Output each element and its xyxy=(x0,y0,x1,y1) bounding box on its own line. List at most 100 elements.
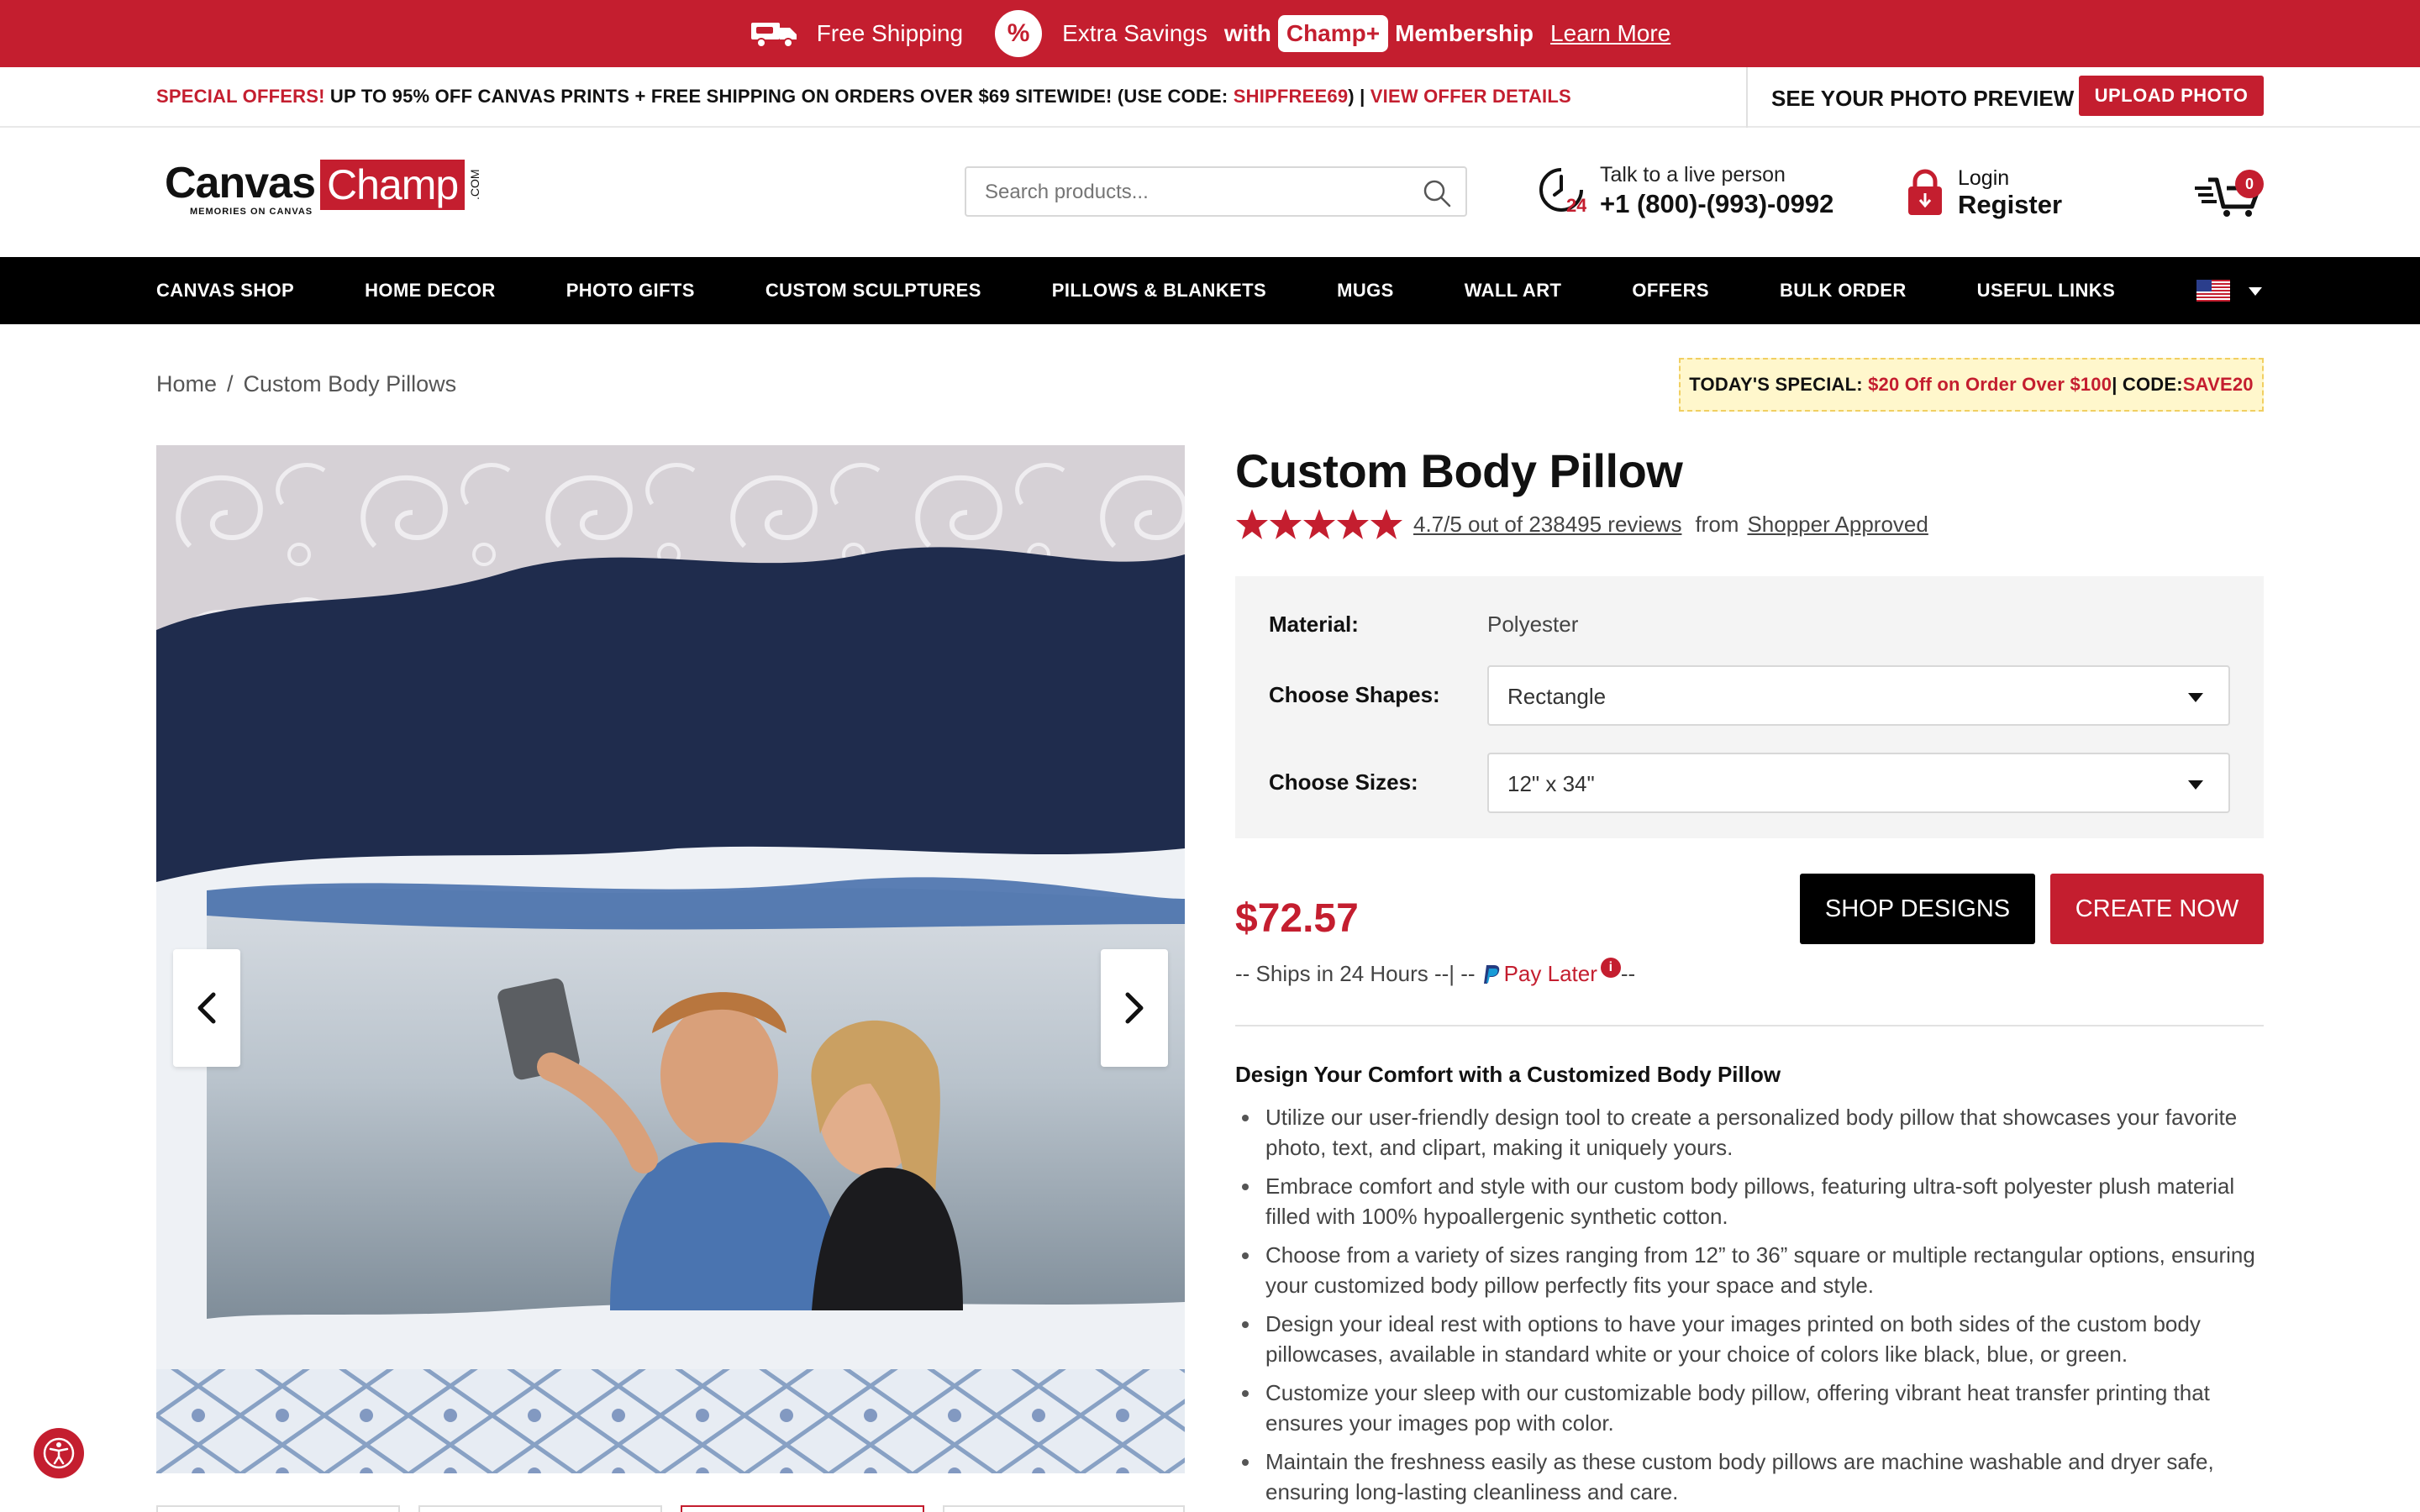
from-text: from xyxy=(1695,511,1739,537)
nav-item-home-decor[interactable]: HOME DECOR xyxy=(365,280,496,302)
extra-savings-text: Extra Savings xyxy=(1062,20,1207,46)
view-offer-details-link[interactable]: VIEW OFFER DETAILS xyxy=(1370,86,1571,107)
pay-later-link[interactable]: Pay Later i xyxy=(1482,957,1621,987)
nav-item-photo-gifts[interactable]: PHOTO GIFTS xyxy=(566,280,695,302)
reviews-link[interactable]: 4.7/5 out of 238495 reviews xyxy=(1413,512,1681,538)
breadcrumb-current: Custom Body Pillows xyxy=(243,371,457,396)
chevron-down-icon[interactable] xyxy=(2249,287,2262,296)
create-now-button[interactable]: CREATE NOW xyxy=(2050,874,2264,944)
percent-badge-icon: % xyxy=(995,10,1043,57)
lock-icon xyxy=(1908,169,1942,215)
pay-later-text: Pay Later xyxy=(1503,961,1597,986)
sizes-selected-value: 12" x 34" xyxy=(1507,771,1595,796)
login-link[interactable]: Login xyxy=(1958,166,2009,191)
learn-more-link[interactable]: Learn More xyxy=(1550,20,1670,47)
accessibility-icon xyxy=(43,1437,75,1469)
offers-text: SPECIAL OFFERS! UP TO 95% OFF CANVAS PRI… xyxy=(156,86,1571,108)
star-icon xyxy=(1236,509,1268,539)
nav-item-canvas-shop[interactable]: CANVAS SHOP xyxy=(156,280,294,302)
product-price: $72.57 xyxy=(1235,896,1359,941)
chevron-right-icon xyxy=(1125,992,1144,1024)
list-item: Design your ideal rest with options to h… xyxy=(1235,1309,2269,1369)
star-icon xyxy=(1270,509,1302,539)
offers-code: SHIPFREE69 xyxy=(1233,86,1349,107)
list-item: Embrace comfort and style with our custo… xyxy=(1235,1171,2269,1231)
nav-item-wall-art[interactable]: WALL ART xyxy=(1465,280,1562,302)
free-shipping-promo: Free Shipping xyxy=(750,19,963,48)
material-label: Material: xyxy=(1269,612,1359,637)
extra-savings-promo: % Extra Savings with Champ+ Membership L… xyxy=(963,10,1670,57)
nav-item-bulk-order[interactable]: BULK ORDER xyxy=(1780,280,1907,302)
with-text: with xyxy=(1223,20,1271,46)
register-link[interactable]: Register xyxy=(1958,190,2062,220)
cart-count-badge: 0 xyxy=(2235,170,2264,198)
canvas-champ-logo[interactable]: Canvas Champ .COM MEMORIES ON CANVAS xyxy=(165,159,482,217)
search-input[interactable] xyxy=(985,180,1405,205)
product-rating: 4.7/5 out of 238495 reviews from Shopper… xyxy=(1235,506,1928,543)
material-value: Polyester xyxy=(1487,612,1579,637)
search-icon[interactable] xyxy=(1422,178,1452,208)
special-label: TODAY'S SPECIAL: xyxy=(1689,374,1863,395)
accessibility-button[interactable] xyxy=(34,1428,84,1478)
info-icon[interactable]: i xyxy=(1600,957,1621,978)
logo-champ-text: Champ xyxy=(320,160,466,210)
nav-item-custom-sculptures[interactable]: CUSTOM SCULPTURES xyxy=(765,280,981,302)
list-item: Customize your sleep with our customizab… xyxy=(1235,1378,2269,1438)
offers-divider xyxy=(1746,67,1748,128)
us-flag-icon[interactable] xyxy=(2196,280,2230,302)
breadcrumb: Home / Custom Body Pillows xyxy=(156,371,466,397)
nav-item-useful-links[interactable]: USEFUL LINKS xyxy=(1977,280,2116,302)
list-item: Maintain the freshness easily as these c… xyxy=(1235,1446,2269,1507)
star-icon xyxy=(1370,509,1402,539)
nav-items: CANVAS SHOP HOME DECOR PHOTO GIFTS CUSTO… xyxy=(156,257,2186,324)
phone-badge-text: 24 xyxy=(1566,195,1586,215)
thumbnail[interactable] xyxy=(418,1505,662,1512)
truck-icon xyxy=(750,23,797,48)
nav-item-mugs[interactable]: MUGS xyxy=(1337,280,1394,302)
membership-text: Membership xyxy=(1395,20,1534,46)
main-nav: CANVAS SHOP HOME DECOR PHOTO GIFTS CUSTO… xyxy=(0,257,2420,324)
free-shipping-text: Free Shipping xyxy=(816,20,964,46)
shop-designs-button[interactable]: SHOP DESIGNS xyxy=(1800,874,2035,944)
chevron-down-icon xyxy=(2188,693,2203,702)
previous-image-button[interactable] xyxy=(173,949,240,1067)
24-hour-support-icon: 24 xyxy=(1539,168,1586,215)
special-offers-label: SPECIAL OFFERS! xyxy=(156,86,325,107)
offers-separator: ) | xyxy=(1348,86,1370,107)
logo-com-text: .COM xyxy=(468,169,482,201)
thumbnail[interactable] xyxy=(943,1505,1185,1512)
product-title: Custom Body Pillow xyxy=(1235,444,1683,497)
upload-photo-button[interactable]: UPLOAD PHOTO xyxy=(2079,76,2264,116)
shapes-select[interactable]: Rectangle xyxy=(1487,665,2230,726)
breadcrumb-home[interactable]: Home xyxy=(156,371,217,396)
thumbnail[interactable] xyxy=(156,1505,400,1512)
shapes-label: Choose Shapes: xyxy=(1269,682,1440,707)
special-code-label: | CODE: xyxy=(2112,374,2183,395)
product-options: Material: Polyester Choose Shapes: Recta… xyxy=(1235,576,2264,838)
sizes-select[interactable]: 12" x 34" xyxy=(1487,753,2230,813)
next-image-button[interactable] xyxy=(1101,949,1168,1067)
special-code: SAVE20 xyxy=(2182,374,2254,395)
divider xyxy=(1235,1025,2264,1026)
search-box xyxy=(965,166,1467,217)
phone-contact[interactable]: Talk to a live person +1 (800)-(993)-099… xyxy=(1600,163,1833,219)
sizes-label: Choose Sizes: xyxy=(1269,769,1418,795)
thumbnail-strip xyxy=(156,1505,1185,1512)
todays-special-banner: TODAY'S SPECIAL: $20 Off on Order Over $… xyxy=(1679,358,2264,412)
star-icon xyxy=(1303,509,1335,539)
chevron-down-icon xyxy=(2188,780,2203,790)
nav-item-pillows-blankets[interactable]: PILLOWS & BLANKETS xyxy=(1052,280,1266,302)
cart-button[interactable]: 0 xyxy=(2191,168,2267,218)
description-bullets: Utilize our user-friendly design tool to… xyxy=(1235,1102,2269,1512)
site-header: Canvas Champ .COM MEMORIES ON CANVAS 24 … xyxy=(0,128,2420,257)
shapes-selected-value: Rectangle xyxy=(1507,684,1607,709)
product-image xyxy=(156,445,1185,1473)
logo-canvas-text: Canvas xyxy=(165,159,316,207)
phone-label: Talk to a live person xyxy=(1600,163,1786,186)
promo-banner: Free Shipping % Extra Savings with Champ… xyxy=(0,0,2420,67)
thumbnail-active[interactable] xyxy=(681,1505,924,1512)
shopper-approved-link[interactable]: Shopper Approved xyxy=(1747,512,1928,538)
ships-end: -- xyxy=(1620,961,1636,986)
nav-item-offers[interactable]: OFFERS xyxy=(1632,280,1709,302)
product-photo xyxy=(156,445,1185,1473)
